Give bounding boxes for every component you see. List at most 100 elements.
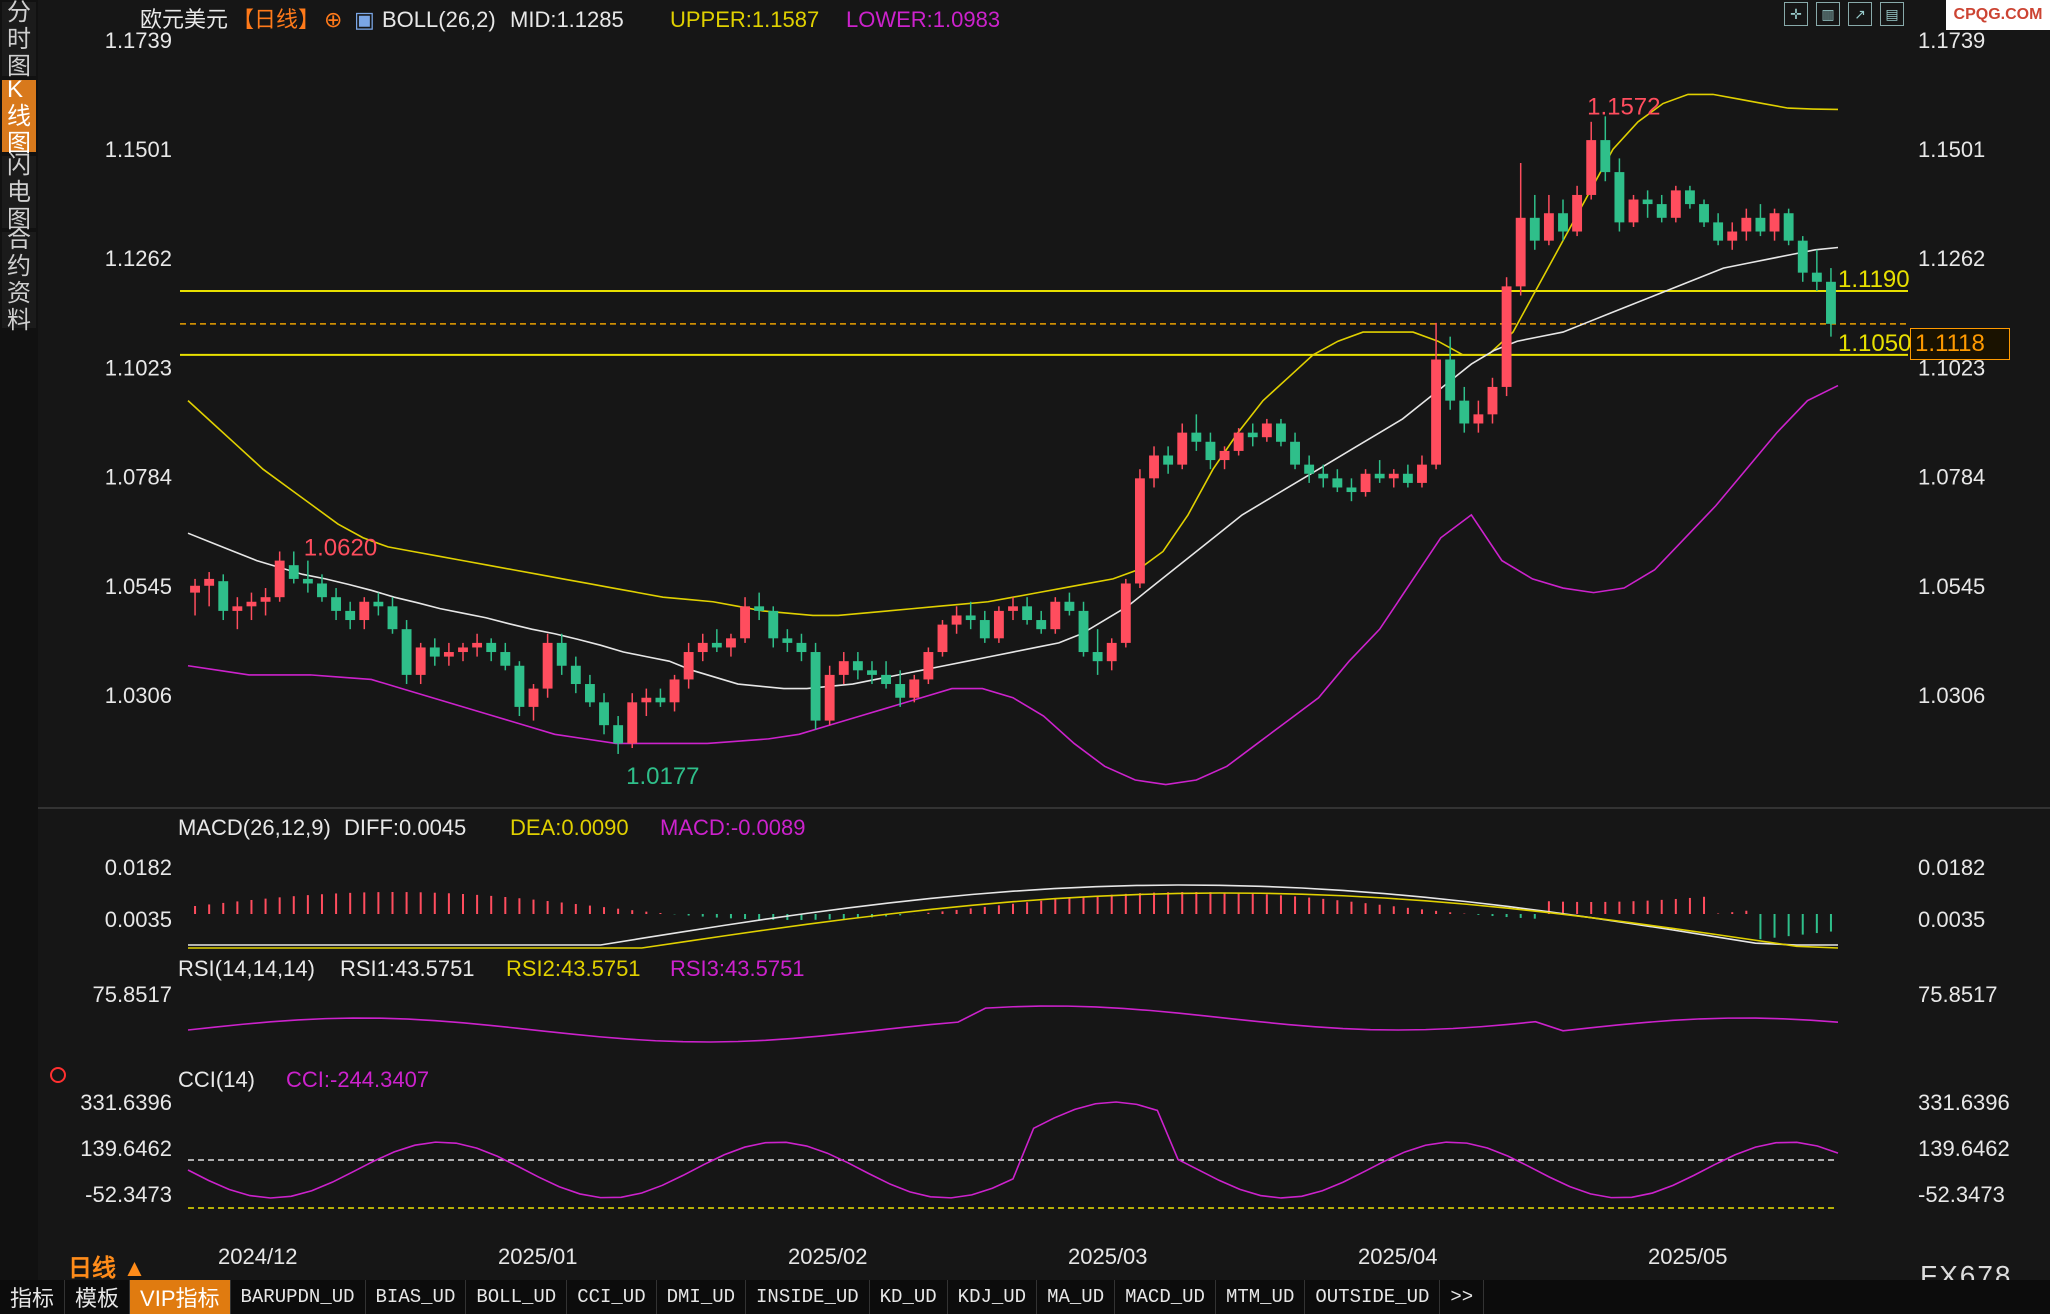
indicator-tab[interactable]: BIAS_UD bbox=[366, 1280, 467, 1314]
cci-tick: 139.6462 bbox=[80, 1136, 172, 1161]
indicator-tab[interactable]: >> bbox=[1440, 1280, 1485, 1314]
indicator-tab[interactable]: DMI_UD bbox=[657, 1280, 747, 1314]
candle-body bbox=[1558, 213, 1568, 232]
crosshair-icon[interactable]: ✛ bbox=[1784, 2, 1808, 26]
candle-body bbox=[246, 601, 257, 607]
candle-body bbox=[302, 578, 313, 584]
candle-body bbox=[979, 620, 990, 639]
candle-body bbox=[1699, 204, 1709, 223]
candle-body bbox=[852, 661, 863, 671]
candle-body bbox=[359, 601, 370, 621]
indicator-tab[interactable]: 指标 bbox=[0, 1280, 66, 1314]
cci-tick: 139.6462 bbox=[1918, 1136, 2010, 1161]
candle-body bbox=[1487, 386, 1498, 415]
candle-body bbox=[867, 670, 877, 675]
x-axis-label: 2025/04 bbox=[1358, 1244, 1438, 1269]
candle-body bbox=[1642, 199, 1653, 205]
indicator-tab[interactable]: MA_UD bbox=[1037, 1280, 1116, 1314]
candle-body bbox=[500, 652, 511, 666]
candle-body bbox=[1332, 478, 1343, 488]
candle-body bbox=[1826, 281, 1836, 324]
candle-body bbox=[824, 674, 835, 721]
cci-tick: -52.3473 bbox=[1918, 1182, 2005, 1207]
macd-diff: DIFF:0.0045 bbox=[344, 815, 466, 840]
indicator-tab[interactable]: INSIDE_UD bbox=[746, 1280, 870, 1314]
candle-body bbox=[1360, 473, 1371, 493]
indicator-icon[interactable]: ↗ bbox=[1848, 2, 1872, 26]
candle-body bbox=[810, 652, 821, 721]
y-tick-right: 1.0545 bbox=[1918, 574, 1985, 599]
candle-body bbox=[613, 725, 624, 744]
candle-icon[interactable]: ▤ bbox=[1880, 2, 1904, 26]
candle-body bbox=[965, 615, 976, 621]
candle-body bbox=[1656, 204, 1667, 218]
boll-mid-line bbox=[187, 246, 1839, 690]
candle-body bbox=[881, 674, 892, 685]
candle-body bbox=[895, 684, 906, 698]
candle-body bbox=[669, 679, 680, 703]
kline-chart[interactable]: 1.1739 1.17391.1501 1.15011.1262 1.12621.10… bbox=[38, 0, 2050, 1280]
macd-tick: 0.0182 bbox=[1918, 855, 1985, 880]
candle-body bbox=[387, 606, 398, 630]
current-price-tag: 1.1118 bbox=[1910, 328, 2010, 360]
indicator-tab[interactable]: BOLL_UD bbox=[466, 1280, 568, 1314]
tab-timeshare-chart[interactable]: 分时图 bbox=[2, 0, 36, 80]
candle-body bbox=[1445, 359, 1456, 401]
candle-body bbox=[1036, 620, 1047, 630]
candle-body bbox=[1713, 222, 1724, 241]
candle-body bbox=[260, 597, 271, 602]
candle-body bbox=[1247, 432, 1258, 438]
indicator-tab[interactable]: 模板 bbox=[65, 1280, 131, 1314]
candle-body bbox=[190, 585, 200, 593]
x-axis-label: 2025/01 bbox=[498, 1244, 578, 1269]
macd-tick: 0.0035 bbox=[1918, 907, 1985, 932]
candle-body bbox=[1163, 455, 1174, 465]
indicator-tab[interactable]: VIP指标 bbox=[130, 1280, 231, 1314]
candle-body bbox=[542, 642, 553, 689]
candle-body bbox=[1459, 400, 1470, 424]
header-lower: LOWER:1.0983 bbox=[846, 7, 1000, 32]
candle-body bbox=[317, 583, 327, 598]
candle-body bbox=[1022, 606, 1033, 621]
candle-body bbox=[711, 642, 722, 648]
cci-tick: 331.6396 bbox=[1918, 1090, 2010, 1115]
y-tick-left: 1.0784 bbox=[105, 465, 172, 490]
mid-high-annotation: 1.0620 bbox=[304, 534, 377, 561]
tab-label: 分时图 bbox=[7, 0, 31, 80]
indicator-tab[interactable]: OUTSIDE_UD bbox=[1305, 1280, 1441, 1314]
candle-body bbox=[1346, 487, 1357, 493]
candle-body bbox=[1177, 432, 1188, 465]
candle-body bbox=[782, 638, 793, 643]
header-period: 【日线】 bbox=[232, 7, 320, 32]
indicator-tab[interactable]: BARUPDN_UD bbox=[231, 1280, 366, 1314]
candle-body bbox=[1261, 423, 1272, 438]
period-selector[interactable]: 日线 ▲ bbox=[68, 1248, 146, 1283]
candle-body bbox=[627, 702, 638, 744]
candle-body bbox=[288, 565, 299, 579]
layout-icon[interactable]: ▥ bbox=[1816, 2, 1840, 26]
rsi-line bbox=[187, 1005, 1839, 1043]
indicator-tab[interactable]: KD_UD bbox=[870, 1280, 948, 1314]
cci-value: CCI:-244.3407 bbox=[286, 1067, 429, 1092]
candle-body bbox=[1402, 473, 1413, 483]
candle-body bbox=[1388, 473, 1399, 479]
cci-line bbox=[187, 1101, 1839, 1199]
indicator-tab[interactable]: MTM_UD bbox=[1216, 1280, 1306, 1314]
tab-lightning-chart[interactable]: 闪电图 bbox=[2, 152, 36, 233]
candle-body bbox=[1078, 610, 1089, 653]
candle-body bbox=[528, 688, 539, 707]
chart-area[interactable]: 1.1739 1.1739 1.1501 1.1501 1.1262 1.1262 1.10… bbox=[38, 0, 2050, 1280]
candle-body bbox=[570, 665, 581, 685]
candle-body bbox=[1276, 423, 1286, 442]
tab-kline-chart[interactable]: K线图 bbox=[2, 76, 36, 157]
indicator-tab[interactable]: CCI_UD bbox=[567, 1280, 657, 1314]
tab-label: 合约资料 bbox=[7, 226, 31, 334]
candle-body bbox=[1473, 414, 1484, 424]
candle-body bbox=[373, 601, 384, 607]
indicator-tab[interactable]: KDJ_UD bbox=[948, 1280, 1038, 1314]
candle-body bbox=[1050, 601, 1061, 630]
x-axis-label: 2025/02 bbox=[788, 1244, 868, 1269]
candle-body bbox=[1134, 478, 1145, 584]
indicator-tab[interactable]: MACD_UD bbox=[1115, 1280, 1216, 1314]
tab-contract-info[interactable]: 合约资料 bbox=[2, 226, 36, 334]
